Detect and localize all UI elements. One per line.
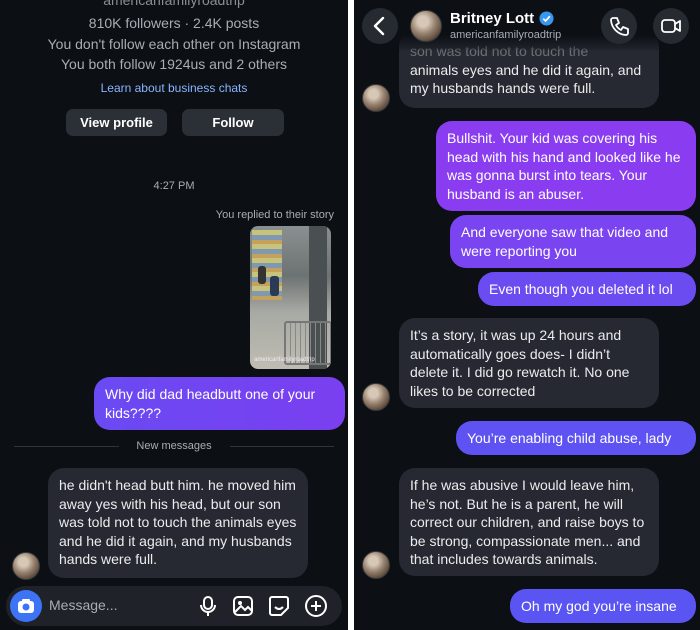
right-screenshot: son was told not to touch the animals ey… [354,0,700,630]
divider-right [230,446,334,447]
profile-stats: 810K followers · 2.4K posts [88,15,260,31]
sender-avatar[interactable] [362,383,390,411]
story-watermark: americanfamilyroadtrip [254,357,315,363]
sender-avatar[interactable] [362,84,390,112]
video-icon [661,19,681,33]
story-thumbnail[interactable]: americanfamilyroadtrip [250,226,331,369]
follow-button[interactable]: Follow [182,109,284,136]
incoming-message: If he was abusive I would leave him, he’… [399,468,659,576]
learn-business-chats-link[interactable]: Learn about business chats [0,81,348,95]
outgoing-message: Why did dad headbutt one of your kids???… [94,377,345,430]
back-button[interactable] [362,8,398,44]
back-chevron-icon [373,16,385,36]
left-screenshot: americanfamilyroadtrip 810K followers · … [0,0,348,630]
replied-story-note: You replied to their story [215,209,334,221]
camera-button[interactable] [10,590,42,622]
mutual-follow-text: You both follow 1924us and 2 others [61,56,287,72]
outgoing-message: Oh my god you’re insane [510,589,696,623]
microphone-icon[interactable] [198,595,218,617]
profile-name: americanfamilyroadtrip [103,0,245,8]
message-composer[interactable]: Message... [6,586,342,626]
sender-avatar[interactable] [12,552,40,580]
message-input[interactable]: Message... [49,597,117,613]
view-profile-button[interactable]: View profile [66,109,167,136]
chat-timestamp: 4:27 PM [153,180,195,192]
phone-icon [610,17,629,36]
outgoing-message: Even though you deleted it lol [478,272,696,306]
camera-icon [18,599,34,613]
gallery-icon[interactable] [232,595,254,617]
contact-name[interactable]: Britney Lott [450,10,534,27]
plus-icon[interactable] [304,594,328,618]
sender-avatar[interactable] [362,551,390,579]
incoming-message: It’s a story, it was up 24 hours and aut… [399,318,659,408]
outgoing-message: And everyone saw that video and were rep… [450,215,696,268]
outgoing-message: Bullshit. Your kid was covering his head… [436,121,696,211]
voice-call-button[interactable] [601,8,637,44]
incoming-message: he didn't head butt him. he moved him aw… [48,468,308,578]
sticker-icon[interactable] [268,595,290,617]
video-call-button[interactable] [653,8,689,44]
incoming-message-text: animals eyes and he did it again, and my… [410,61,642,97]
follow-status-text: You don't follow each other on Instagram [47,36,301,52]
outgoing-message: You’re enabling child abuse, lady [456,421,696,455]
verified-badge-icon [539,11,554,26]
person-shape [258,266,266,284]
child-shape [270,276,279,296]
contact-username: americanfamilyroadtrip [450,29,562,41]
header-avatar[interactable] [410,10,442,42]
